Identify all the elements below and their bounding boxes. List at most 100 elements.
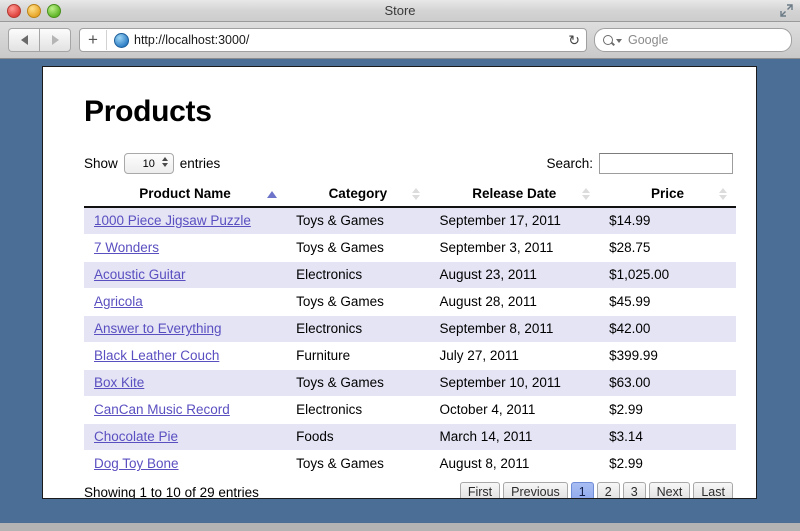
chevron-right-icon <box>51 35 59 45</box>
globe-icon <box>114 32 129 48</box>
cell-category: Toys & Games <box>286 234 430 262</box>
table-row: CanCan Music Record Electronics October 4,… <box>84 396 736 424</box>
chevron-left-icon <box>20 35 28 45</box>
cell-category: Electronics <box>286 315 430 343</box>
cell-product-name: Answer to Everything <box>84 315 287 343</box>
cell-category: Foods <box>286 423 430 451</box>
sort-none-icon <box>581 188 590 200</box>
product-link[interactable]: 7 Wonders <box>94 240 159 255</box>
length-suffix-label: entries <box>179 156 221 171</box>
window-title: Store <box>384 3 416 18</box>
pagination-button-last[interactable]: Last <box>693 482 733 498</box>
table-row: Black Leather Couch Furniture July 27, 201… <box>84 342 736 370</box>
cell-release-date: September 8, 2011 <box>429 315 600 343</box>
table-row: Box Kite Toys & Games September 10, 2011 $6… <box>84 369 736 397</box>
product-link[interactable]: Chocolate Pie <box>94 429 178 444</box>
entries-select-value: 10 <box>142 157 155 170</box>
browser-toolbar: + http://localhost:3000/ ↻ Google <box>0 22 800 59</box>
product-link[interactable]: Dog Toy Bone <box>94 456 179 471</box>
column-label: Category <box>328 186 388 201</box>
navigation-buttons <box>8 28 71 52</box>
cell-release-date: March 14, 2011 <box>429 423 600 451</box>
url-text: http://localhost:3000/ <box>134 33 250 47</box>
cell-release-date: September 17, 2011 <box>429 207 600 235</box>
table-info: Showing 1 to 10 of 29 entries <box>84 485 259 499</box>
column-label: Release Date <box>472 186 557 201</box>
cell-release-date: September 3, 2011 <box>429 234 600 262</box>
search-icon <box>603 35 613 45</box>
product-link[interactable]: Agricola <box>94 294 143 309</box>
content-card: Products Show 10 entries Search: Product… <box>42 66 757 499</box>
cell-product-name: Agricola <box>84 288 287 316</box>
table-row: Acoustic Guitar Electronics August 23, 201… <box>84 261 736 289</box>
column-header-release-date[interactable]: Release Date <box>429 182 600 208</box>
cell-release-date: August 28, 2011 <box>429 288 600 316</box>
sort-none-icon <box>718 188 727 200</box>
cell-release-date: September 10, 2011 <box>429 369 600 397</box>
cell-category: Toys & Games <box>286 288 430 316</box>
product-link[interactable]: 1000 Piece Jigsaw Puzzle <box>94 213 251 228</box>
cell-price: $63.00 <box>599 369 736 397</box>
cell-category: Electronics <box>286 261 430 289</box>
column-header-product-name[interactable]: Product Name <box>84 182 287 208</box>
cell-price: $2.99 <box>599 396 736 424</box>
pagination-button-3[interactable]: 3 <box>622 482 646 498</box>
cell-price: $399.99 <box>599 342 736 370</box>
column-header-category[interactable]: Category <box>286 182 430 208</box>
table-row: Chocolate Pie Foods March 14, 2011 $3.14 <box>84 423 736 451</box>
page-title: Products <box>84 95 212 128</box>
column-label: Product Name <box>139 186 231 201</box>
pagination-button-2[interactable]: 2 <box>596 482 620 498</box>
cell-category: Toys & Games <box>286 450 430 478</box>
forward-button[interactable] <box>39 28 71 52</box>
chevron-down-icon <box>616 39 622 43</box>
page-viewport: Products Show 10 entries Search: Product… <box>0 59 800 523</box>
product-link[interactable]: Answer to Everything <box>94 321 222 336</box>
reload-icon[interactable]: ↻ <box>568 31 580 49</box>
cell-price: $45.99 <box>599 288 736 316</box>
pagination-button-next[interactable]: Next <box>648 482 691 498</box>
cell-price: $28.75 <box>599 234 736 262</box>
back-button[interactable] <box>8 28 39 52</box>
pagination-button-first[interactable]: First <box>459 482 501 498</box>
column-label: Price <box>651 186 685 201</box>
cell-category: Toys & Games <box>286 207 430 235</box>
pagination-button-previous[interactable]: Previous <box>503 482 568 498</box>
products-table: Product Name Category Release Date Price… <box>84 182 736 478</box>
browser-search-placeholder: Google <box>628 33 669 47</box>
browser-search-field[interactable]: Google <box>594 28 792 52</box>
add-tab-button[interactable]: + <box>80 30 107 50</box>
desktop-bottom-strip <box>0 523 800 531</box>
cell-release-date: October 4, 2011 <box>429 396 600 424</box>
cell-product-name: Chocolate Pie <box>84 423 287 451</box>
product-link[interactable]: Box Kite <box>94 375 144 390</box>
cell-price: $42.00 <box>599 315 736 343</box>
cell-product-name: Box Kite <box>84 369 287 397</box>
product-link[interactable]: Black Leather Couch <box>94 348 219 363</box>
cell-product-name: 7 Wonders <box>84 234 287 262</box>
table-row: Dog Toy Bone Toys & Games August 8, 2011 $2… <box>84 450 736 478</box>
fullscreen-icon[interactable] <box>780 4 793 17</box>
filter-control: Search: <box>546 153 733 174</box>
cell-price: $1,025.00 <box>599 261 736 289</box>
cell-price: $2.99 <box>599 450 736 478</box>
search-input[interactable] <box>599 153 733 174</box>
pagination-button-1[interactable]: 1 <box>570 482 594 498</box>
table-row: 7 Wonders Toys & Games September 3, 2011 $2… <box>84 234 736 262</box>
table-row: Agricola Toys & Games August 28, 2011 $45.9… <box>84 288 736 316</box>
browser-window: Store + http://localhost:3000/ ↻ Google … <box>0 0 800 523</box>
column-header-price[interactable]: Price <box>599 182 736 208</box>
cell-product-name: Acoustic Guitar <box>84 261 287 289</box>
address-bar[interactable]: + http://localhost:3000/ ↻ <box>79 28 587 52</box>
product-link[interactable]: Acoustic Guitar <box>94 267 186 282</box>
cell-price: $14.99 <box>599 207 736 235</box>
cell-category: Electronics <box>286 396 430 424</box>
cell-release-date: August 23, 2011 <box>429 261 600 289</box>
table-header-row: Product Name Category Release Date Price <box>84 182 736 208</box>
entries-select[interactable]: 10 <box>123 153 174 174</box>
product-link[interactable]: CanCan Music Record <box>94 402 230 417</box>
table-row: Answer to Everything Electronics September… <box>84 315 736 343</box>
pagination: First Previous 1 2 3 Next Last <box>459 482 733 498</box>
search-label: Search: <box>546 156 593 171</box>
stepper-icon <box>161 157 168 167</box>
